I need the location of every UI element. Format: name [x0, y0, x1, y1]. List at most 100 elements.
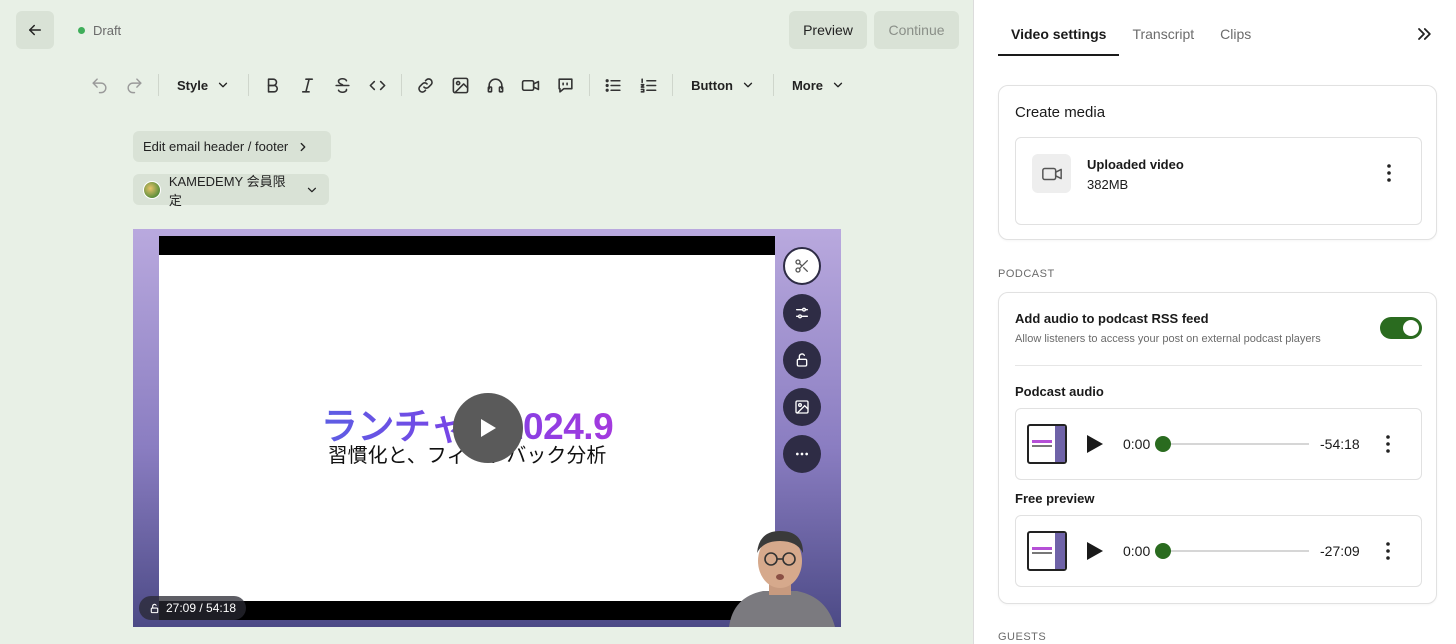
video-play-button[interactable] — [453, 393, 523, 463]
media-menu-button[interactable] — [1379, 163, 1399, 183]
style-label: Style — [177, 77, 209, 93]
tab-video-settings[interactable]: Video settings — [998, 18, 1120, 56]
formatting-toolbar: Style Button More — [82, 66, 857, 104]
tab-transcript[interactable]: Transcript — [1119, 18, 1207, 56]
bullet-list-icon — [605, 78, 621, 92]
preview-progress-track[interactable] — [1163, 550, 1309, 552]
rss-title: Add audio to podcast RSS feed — [1015, 311, 1209, 326]
audio-thumbnail — [1027, 424, 1067, 464]
audience-label: KAMEDEMY 会員限定 — [168, 173, 286, 208]
arrow-left-icon — [29, 24, 41, 36]
style-dropdown[interactable]: Style — [165, 68, 242, 102]
play-icon — [481, 419, 496, 437]
media-name: Uploaded video — [1087, 157, 1184, 172]
media-thumbnail — [1032, 154, 1071, 193]
chevron-down-icon — [307, 187, 317, 192]
undo-button[interactable] — [82, 68, 117, 102]
bold-icon — [267, 77, 279, 93]
play-icon[interactable] — [1084, 432, 1106, 456]
bullet-list-button[interactable] — [596, 68, 631, 102]
preview-menu-button[interactable] — [1378, 541, 1398, 561]
play-icon[interactable] — [1084, 539, 1106, 563]
letterbox-top — [159, 236, 775, 255]
strikethrough-icon — [335, 77, 350, 93]
uploaded-video-item[interactable]: Uploaded video 382MB — [1015, 137, 1422, 225]
rss-toggle[interactable] — [1380, 317, 1422, 339]
letterbox-bottom — [159, 601, 775, 620]
more-label: More — [791, 77, 824, 93]
code-icon — [369, 80, 386, 90]
preview-button[interactable]: Preview — [789, 11, 867, 49]
link-icon — [418, 77, 433, 93]
collapse-sidebar-icon[interactable] — [1414, 24, 1434, 44]
toolbar-divider — [589, 74, 591, 96]
video-icon — [1041, 167, 1062, 180]
image-icon — [452, 77, 469, 93]
status-label: Draft — [93, 23, 122, 38]
video-time: 27:09 / 54:18 — [166, 601, 237, 615]
editor-pane: Draft Preview Continue Style Button More… — [0, 0, 974, 644]
undo-icon — [92, 77, 107, 93]
audio-progress-knob[interactable] — [1155, 436, 1171, 452]
podcast-audio-player: 0:00 -54:18 — [1015, 408, 1422, 480]
more-dropdown[interactable]: More — [780, 68, 857, 102]
audio-menu-button[interactable] — [1378, 434, 1398, 454]
draft-status: Draft — [78, 23, 121, 38]
kebab-icon — [1387, 164, 1391, 182]
section-divider — [1015, 365, 1422, 366]
back-button[interactable] — [16, 11, 54, 49]
status-dot — [78, 27, 85, 34]
podcast-card: Add audio to podcast RSS feed Allow list… — [998, 292, 1437, 604]
image-icon — [795, 400, 809, 414]
toolbar-divider — [401, 74, 403, 96]
media-size: 382MB — [1087, 177, 1129, 192]
edit-header-footer-button[interactable]: Edit email header / footer — [133, 131, 331, 162]
kebab-icon — [1386, 542, 1390, 560]
trim-button[interactable] — [783, 247, 821, 285]
thumbnail-button[interactable] — [783, 388, 821, 426]
free-preview-label: Free preview — [1015, 491, 1095, 506]
video-more-button[interactable] — [783, 435, 821, 473]
preview-thumbnail — [1027, 531, 1067, 571]
video-settings-button[interactable] — [783, 294, 821, 332]
redo-button[interactable] — [117, 68, 152, 102]
preview-remaining-time: -27:09 — [1320, 543, 1360, 559]
italic-icon — [302, 77, 314, 93]
more-icon — [796, 452, 808, 456]
access-button[interactable] — [783, 341, 821, 379]
sidebar-tabs: Video settings Transcript Clips — [998, 18, 1264, 56]
strikethrough-button[interactable] — [325, 68, 360, 102]
tab-clips[interactable]: Clips — [1207, 18, 1264, 56]
numbered-list-icon — [640, 77, 657, 93]
presenter-image — [729, 531, 835, 627]
preview-current-time: 0:00 — [1123, 543, 1151, 559]
link-button[interactable] — [408, 68, 443, 102]
video-action-rail — [783, 247, 821, 482]
bold-button[interactable] — [255, 68, 290, 102]
quote-button[interactable] — [548, 68, 583, 102]
numbered-list-button[interactable] — [631, 68, 666, 102]
code-button[interactable] — [360, 68, 395, 102]
italic-button[interactable] — [290, 68, 325, 102]
preview-progress-knob[interactable] — [1155, 543, 1171, 559]
publication-logo — [143, 180, 161, 199]
button-dropdown[interactable]: Button — [679, 68, 767, 102]
image-button[interactable] — [443, 68, 478, 102]
scissors-icon — [795, 259, 808, 273]
audio-progress-track[interactable] — [1163, 443, 1309, 445]
video-button[interactable] — [513, 68, 548, 102]
toolbar-divider — [158, 74, 159, 96]
unlock-icon — [796, 353, 808, 367]
audience-dropdown[interactable]: KAMEDEMY 会員限定 — [133, 174, 329, 208]
edit-header-footer-label: Edit email header / footer — [143, 139, 289, 154]
redo-icon — [127, 77, 142, 93]
continue-button[interactable]: Continue — [874, 11, 959, 49]
audio-button[interactable] — [478, 68, 513, 102]
chevron-down-icon — [218, 82, 228, 88]
free-preview-player: 0:00 -27:09 — [1015, 515, 1422, 587]
chevron-down-icon — [743, 82, 753, 88]
audio-icon — [487, 77, 504, 93]
button-label: Button — [691, 77, 733, 93]
create-media-card: Create media Uploaded video 382MB — [998, 85, 1437, 240]
video-embed[interactable]: ランチャレ2024.9 習慣化と、フィードバック分析 — [133, 229, 841, 627]
